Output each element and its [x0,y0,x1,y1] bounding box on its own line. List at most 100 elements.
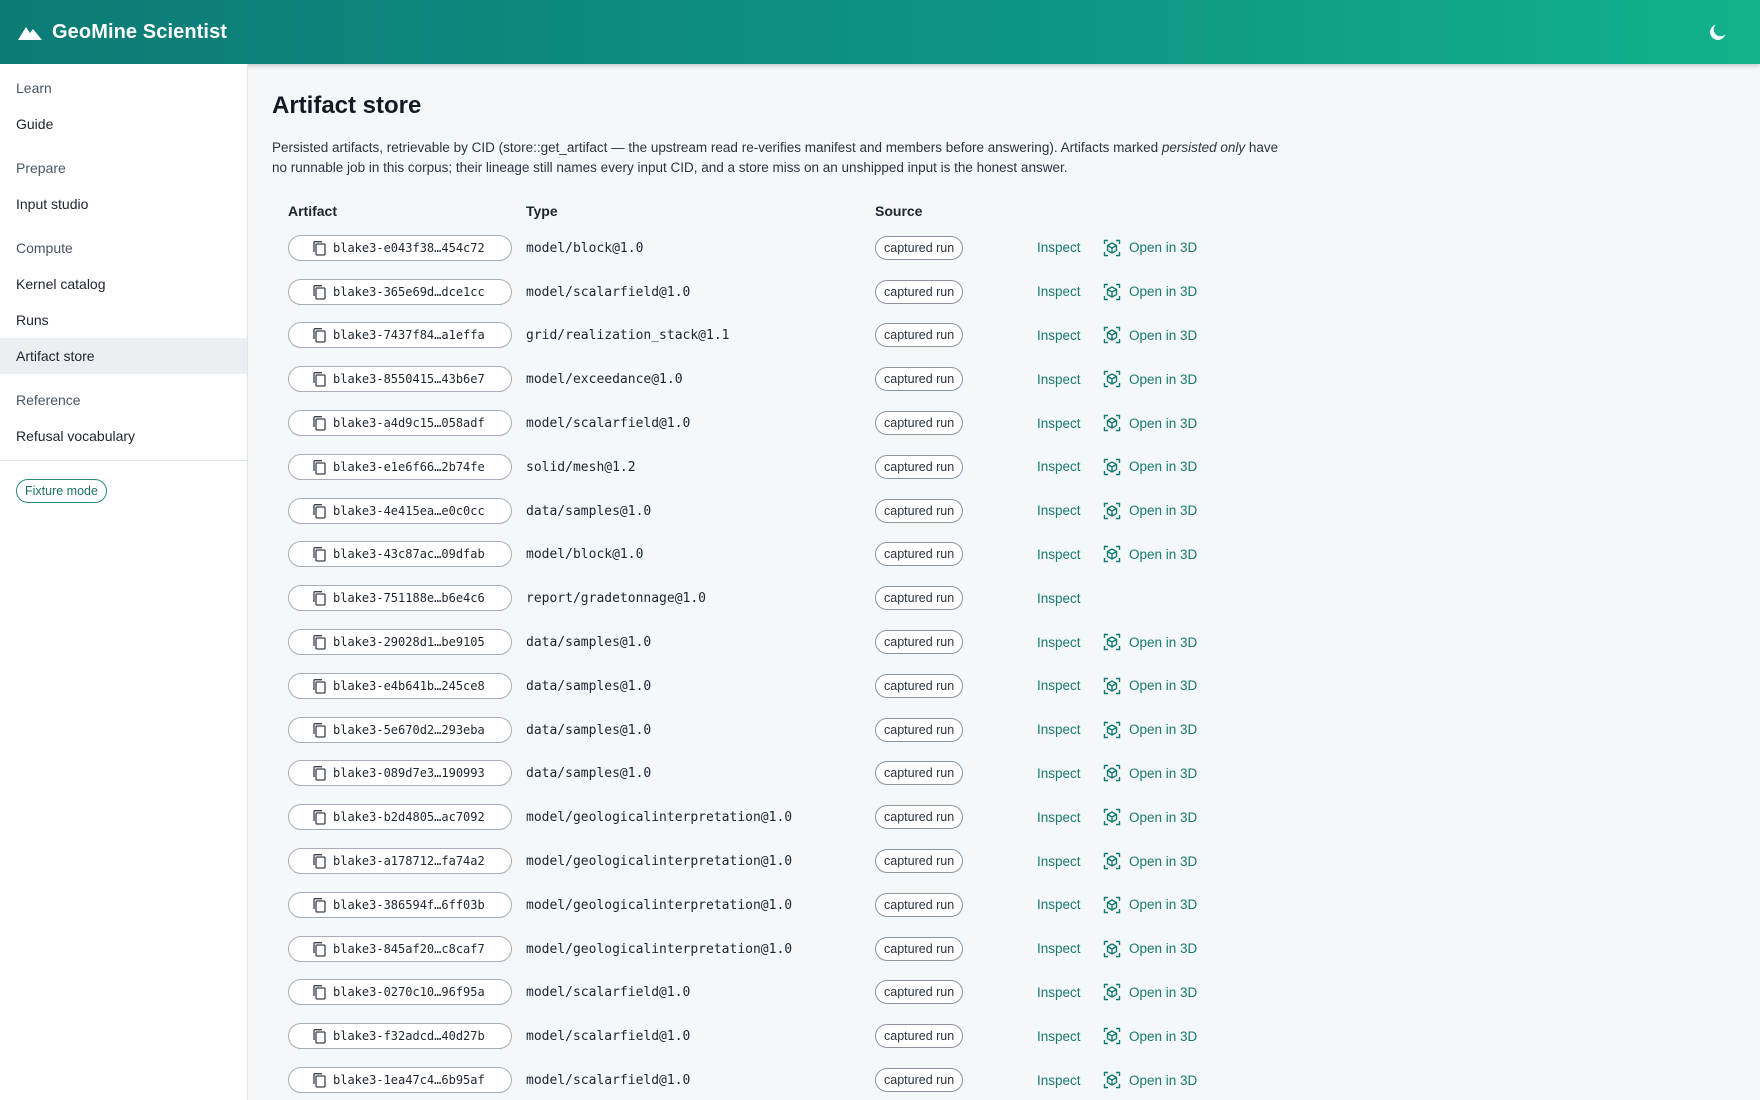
copy-cid-button[interactable]: blake3-5e670d2…293eba [288,716,512,743]
copy-cid-button[interactable]: blake3-a178712…fa74a2 [288,848,512,875]
copy-cid-button[interactable]: blake3-e4b641b…245ce8 [288,672,512,699]
open-in-3d-link[interactable]: Open in 3D [1103,983,1197,1001]
copy-cid-button[interactable]: blake3-8550415…43b6e7 [288,366,512,393]
copy-cid-button[interactable]: blake3-089d7e3…190993 [288,760,512,787]
inspect-link[interactable]: Inspect [1037,854,1103,869]
open-in-3d-link[interactable]: Open in 3D [1103,808,1197,826]
open-in-3d-link[interactable]: Open in 3D [1103,239,1197,257]
inspect-link[interactable]: Inspect [1037,240,1103,255]
open-in-3d-link[interactable]: Open in 3D [1103,1071,1197,1089]
inspect-link[interactable]: Inspect [1037,547,1103,562]
actions-cell: Inspect Open in 3D [1035,852,1197,870]
type-cell: model/geologicalinterpretation@1.0 [526,940,875,958]
artifact-cell: blake3-845af20…c8caf7 [272,935,526,962]
actions-cell: Inspect Open in 3D [1035,239,1197,257]
artifact-type: model/scalarfield@1.0 [526,416,691,432]
inspect-link[interactable]: Inspect [1037,284,1103,299]
copy-icon [313,284,326,300]
source-cell: captured run [875,367,1035,392]
inspect-link[interactable]: Inspect [1037,635,1103,650]
artifact-cid: blake3-b2d4805…ac7092 [333,810,485,825]
open-in-3d-link[interactable]: Open in 3D [1103,502,1197,520]
table-row: blake3-7437f84…a1effa grid/realization_st… [272,314,1272,358]
sidebar-item-artifact-store[interactable]: Artifact store [0,338,247,374]
artifact-cid: blake3-e043f38…454c72 [333,240,485,255]
inspect-link[interactable]: Inspect [1037,722,1103,737]
open-in-3d-link[interactable]: Open in 3D [1103,1027,1197,1045]
copy-cid-button[interactable]: blake3-43c87ac…09dfab [288,541,512,568]
source-cell: captured run [875,630,1035,655]
open-in-3d-label: Open in 3D [1129,371,1198,387]
open-in-3d-link[interactable]: Open in 3D [1103,370,1197,388]
view-3d-icon [1103,633,1121,651]
open-in-3d-link[interactable]: Open in 3D [1103,545,1197,563]
inspect-link[interactable]: Inspect [1037,591,1103,606]
artifact-table: Artifact Type Source blake3-e043f38…454c… [272,200,1272,1100]
copy-cid-button[interactable]: blake3-1ea47c4…6b95af [288,1067,512,1094]
open-in-3d-link[interactable]: Open in 3D [1103,721,1197,739]
type-cell: model/block@1.0 [526,545,875,563]
open-in-3d-link[interactable]: Open in 3D [1103,896,1197,914]
copy-cid-button[interactable]: blake3-7437f84…a1effa [288,322,512,349]
source-cell: captured run [875,323,1035,348]
open-in-3d-link[interactable]: Open in 3D [1103,852,1197,870]
copy-cid-button[interactable]: blake3-b2d4805…ac7092 [288,804,512,831]
inspect-link[interactable]: Inspect [1037,941,1103,956]
inspect-link[interactable]: Inspect [1037,766,1103,781]
inspect-link[interactable]: Inspect [1037,678,1103,693]
actions-cell: Inspect Open in 3D [1035,940,1197,958]
copy-cid-button[interactable]: blake3-f32adcd…40d27b [288,1023,512,1050]
copy-cid-button[interactable]: blake3-751188e…b6e4c6 [288,585,512,612]
inspect-link[interactable]: Inspect [1037,503,1103,518]
copy-cid-button[interactable]: blake3-29028d1…be9105 [288,629,512,656]
sidebar-item-input-studio[interactable]: Input studio [0,186,247,222]
copy-cid-button[interactable]: blake3-e1e6f66…2b74fe [288,453,512,480]
open-in-3d-label: Open in 3D [1129,941,1198,957]
open-in-3d-link[interactable]: Open in 3D [1103,458,1197,476]
inspect-link[interactable]: Inspect [1037,985,1103,1000]
copy-cid-button[interactable]: blake3-4e415ea…e0c0cc [288,497,512,524]
open-in-3d-label: Open in 3D [1129,897,1198,913]
artifact-type: model/geologicalinterpretation@1.0 [526,941,793,957]
artifact-cell: blake3-7437f84…a1effa [272,322,526,349]
copy-cid-button[interactable]: blake3-a4d9c15…058adf [288,410,512,437]
open-in-3d-link[interactable]: Open in 3D [1103,283,1197,301]
inspect-link[interactable]: Inspect [1037,459,1103,474]
copy-cid-button[interactable]: blake3-365e69d…dce1cc [288,278,512,305]
sidebar-item-guide[interactable]: Guide [0,106,247,142]
sidebar-item-kernel-catalog[interactable]: Kernel catalog [0,266,247,302]
table-row: blake3-751188e…b6e4c6 report/gradetonnage… [272,576,1272,620]
brand[interactable]: GeoMine Scientist [18,21,227,44]
inspect-link[interactable]: Inspect [1037,897,1103,912]
app-bar: GeoMine Scientist [0,0,1760,64]
inspect-link[interactable]: Inspect [1037,1073,1103,1088]
type-cell: model/scalarfield@1.0 [526,983,875,1001]
open-in-3d-link[interactable]: Open in 3D [1103,764,1197,782]
open-in-3d-link[interactable]: Open in 3D [1103,677,1197,695]
inspect-link[interactable]: Inspect [1037,372,1103,387]
sidebar-item-refusal-vocabulary[interactable]: Refusal vocabulary [0,418,247,454]
inspect-link[interactable]: Inspect [1037,416,1103,431]
inspect-link[interactable]: Inspect [1037,1029,1103,1044]
copy-cid-button[interactable]: blake3-0270c10…96f95a [288,979,512,1006]
open-in-3d-link[interactable]: Open in 3D [1103,326,1197,344]
copy-icon [313,547,326,563]
table-body: blake3-e043f38…454c72 model/block@1.0 capt… [272,226,1272,1100]
open-in-3d-link[interactable]: Open in 3D [1103,940,1197,958]
inspect-link[interactable]: Inspect [1037,810,1103,825]
open-in-3d-link[interactable]: Open in 3D [1103,633,1197,651]
copy-cid-button[interactable]: blake3-386594f…6ff03b [288,891,512,918]
artifact-cell: blake3-751188e…b6e4c6 [272,585,526,612]
theme-toggle-button[interactable] [1706,20,1730,44]
copy-cid-button[interactable]: blake3-e043f38…454c72 [288,234,512,261]
open-in-3d-label: Open in 3D [1129,284,1198,300]
view-3d-icon [1103,809,1121,826]
type-cell: grid/realization_stack@1.1 [526,326,875,344]
sidebar-item-runs[interactable]: Runs [0,302,247,338]
artifact-cid: blake3-5e670d2…293eba [333,722,485,737]
open-in-3d-link[interactable]: Open in 3D [1103,414,1197,432]
type-cell: model/block@1.0 [526,239,875,257]
source-badge: captured run [875,892,964,917]
inspect-link[interactable]: Inspect [1037,328,1103,343]
copy-cid-button[interactable]: blake3-845af20…c8caf7 [288,935,512,962]
